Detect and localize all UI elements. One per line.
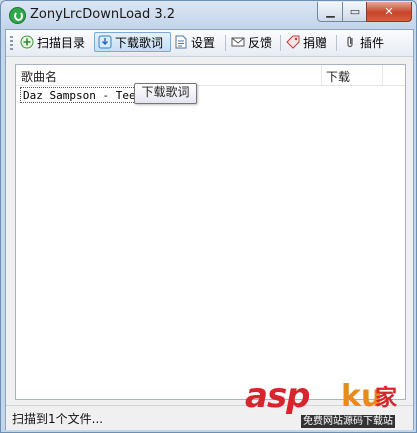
toolbar-separator: [225, 35, 226, 51]
tag-icon: [286, 35, 300, 49]
settings-button[interactable]: 设置: [171, 32, 218, 52]
close-button[interactable]: ✕: [366, 2, 412, 22]
app-window: ZonyLrcDownLoad 3.2 ▁ ▭ ✕ 扫描目录 下载歌词 设置 反…: [0, 0, 417, 433]
column-song-name[interactable]: 歌曲名: [21, 68, 57, 85]
maximize-icon: ▭: [349, 5, 361, 18]
paperclip-icon: [343, 35, 357, 49]
minimize-icon: ▁: [326, 5, 335, 18]
plugins-label: 插件: [360, 35, 385, 50]
watermark-subtitle: 免费网站源码下载站: [301, 415, 395, 428]
scan-folder-button[interactable]: 扫描目录: [17, 32, 88, 52]
feedback-button[interactable]: 反馈: [228, 32, 275, 52]
minimize-button[interactable]: ▁: [317, 2, 344, 22]
column-divider[interactable]: [382, 65, 383, 85]
donate-button[interactable]: 捐赠: [283, 32, 330, 52]
settings-doc-icon: [174, 35, 188, 49]
app-logo-icon: [9, 7, 26, 24]
maximize-button[interactable]: ▭: [342, 2, 368, 22]
plugins-button[interactable]: 插件: [340, 32, 387, 52]
donate-label: 捐赠: [303, 35, 328, 50]
watermark-brand-asp: asp: [245, 376, 311, 416]
download-lyrics-tooltip: 下载歌词: [134, 83, 197, 104]
toolbar-grip[interactable]: [10, 36, 13, 50]
list-header: 歌曲名 下载: [16, 65, 405, 86]
mail-icon: [231, 35, 245, 49]
download-lyrics-button[interactable]: 下载歌词: [94, 32, 171, 52]
settings-label: 设置: [191, 35, 216, 50]
download-icon: [98, 35, 112, 49]
list-item[interactable]: Daz Sampson - Teen: [20, 87, 150, 103]
window-title: ZonyLrcDownLoad 3.2: [30, 7, 176, 22]
add-icon: [20, 35, 34, 49]
site-watermark: asp ku 家 免费网站源码下载站: [245, 378, 410, 430]
column-divider[interactable]: [321, 65, 322, 85]
toolbar-separator: [280, 35, 281, 51]
song-list[interactable]: 歌曲名 下载 Daz Sampson - Teen: [15, 64, 406, 400]
watermark-brand-jia: 家: [375, 386, 398, 411]
toolbar: 扫描目录 下载歌词 设置 反馈 捐赠 插件: [6, 30, 413, 57]
close-icon: ✕: [384, 5, 394, 18]
toolbar-separator: [336, 35, 337, 51]
feedback-label: 反馈: [248, 35, 273, 50]
column-download[interactable]: 下载: [326, 68, 350, 85]
scan-folder-label: 扫描目录: [37, 35, 86, 50]
download-lyrics-label: 下载歌词: [115, 35, 164, 50]
status-text: 扫描到1个文件...: [12, 412, 104, 426]
client-area: 扫描目录 下载歌词 设置 反馈 捐赠 插件 歌曲名 下载 Daz Sampson…: [5, 29, 414, 430]
title-bar[interactable]: ZonyLrcDownLoad 3.2 ▁ ▭ ✕: [1, 1, 416, 29]
